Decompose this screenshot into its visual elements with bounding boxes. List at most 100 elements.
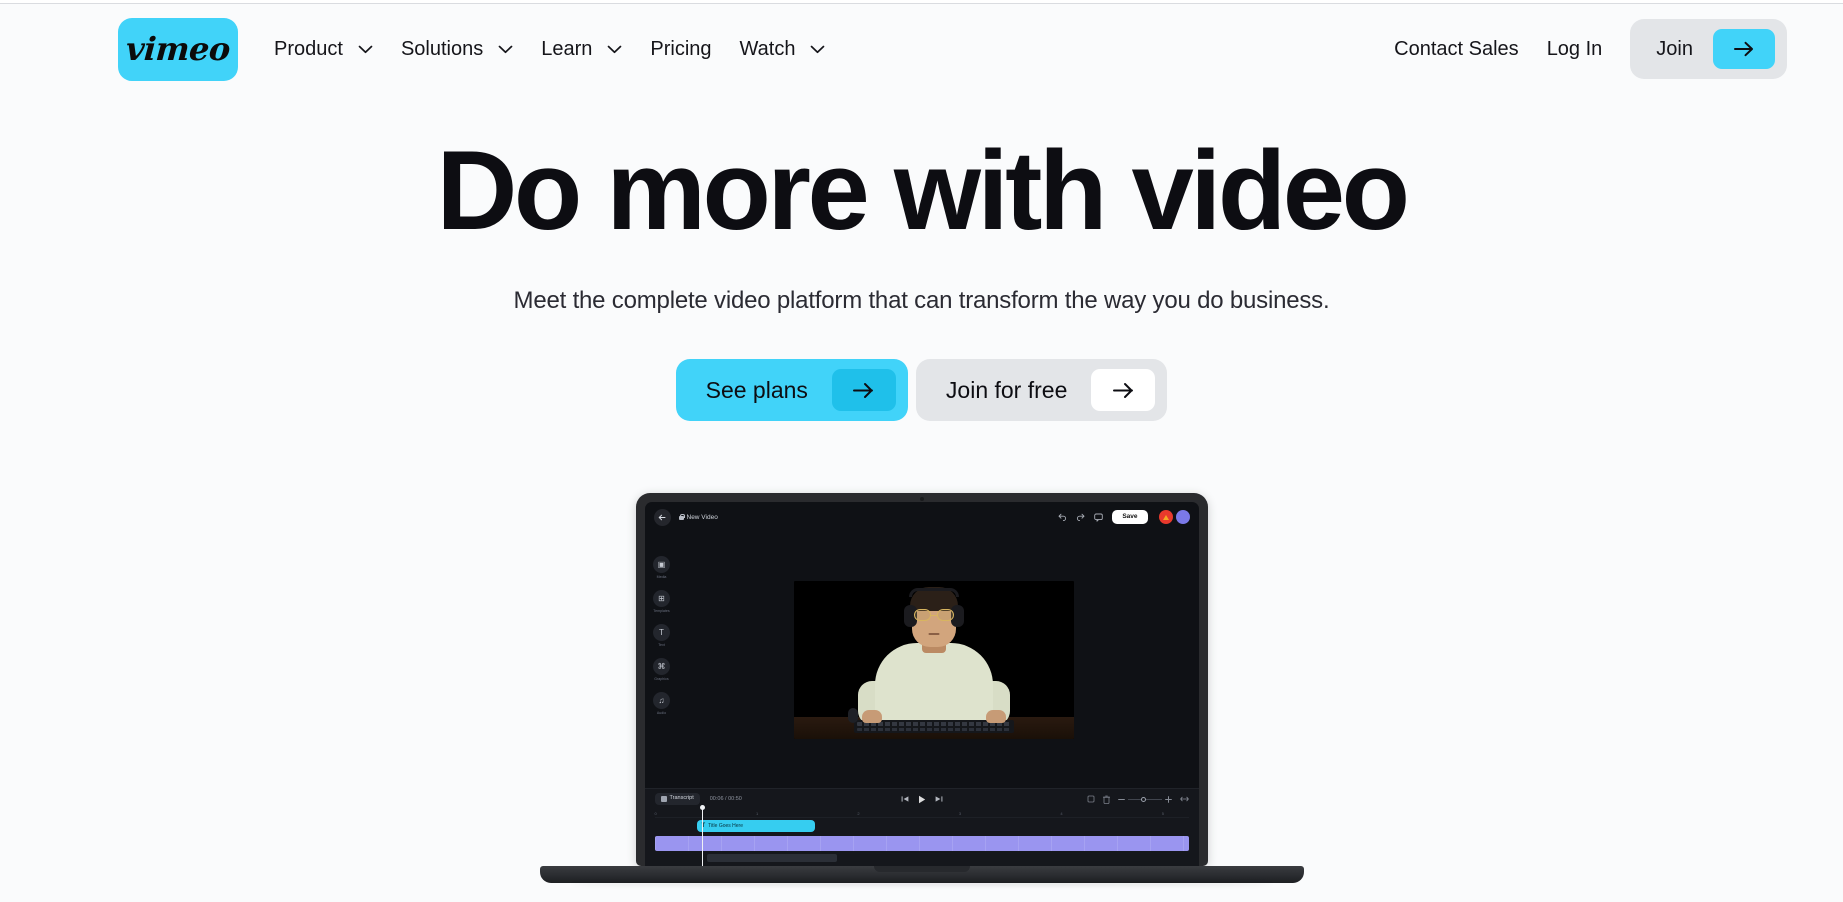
editor-screen: New Video Save ▣ Media ⊞ Templates T Tex… <box>644 502 1199 866</box>
nav-item-pricing[interactable]: Pricing <box>636 30 725 69</box>
timeline-audio-clip[interactable] <box>706 854 837 862</box>
laptop-lid: New Video Save ▣ Media ⊞ Templates T Tex… <box>635 493 1208 866</box>
sidebar-item-label: Text <box>658 643 665 647</box>
editor-topbar: New Video Save <box>645 502 1199 532</box>
vimeo-logo-text: vimeo <box>124 30 232 68</box>
comment-icon[interactable] <box>1094 513 1104 522</box>
browser-top-edge <box>0 0 1843 4</box>
timeline-video-clip[interactable] <box>654 836 1189 851</box>
ruler-tick: 0 <box>654 811 657 816</box>
headphone-band <box>908 588 959 597</box>
timeline-zoom-slider[interactable] <box>1117 795 1172 803</box>
sidebar-item-graphics[interactable]: ⌘ Graphics <box>653 658 670 681</box>
contact-sales-link[interactable]: Contact Sales <box>1380 30 1533 69</box>
editor-collaborator-avatars <box>1158 510 1190 524</box>
zoom-knob[interactable] <box>1140 796 1146 802</box>
arrow-right-icon <box>1713 29 1775 69</box>
chevron-down-icon <box>810 45 825 54</box>
timeline-tracks: T Title Goes Here <box>645 805 1199 866</box>
join-for-free-label: Join for free <box>945 376 1068 403</box>
sidebar-item-text[interactable]: T Text <box>653 624 670 647</box>
avatar[interactable] <box>1175 510 1190 524</box>
editor-body: ▣ Media ⊞ Templates T Text ⌘ Graphics ♫ … <box>645 532 1199 788</box>
laptop-shadow <box>571 882 1272 886</box>
sidebar-item-audio[interactable]: ♫ Audio <box>653 692 670 715</box>
nav-item-watch[interactable]: Watch <box>726 30 840 69</box>
arrow-right-icon <box>831 369 896 411</box>
transcript-label: Transcript <box>669 795 694 802</box>
sidebar-item-label: Graphics <box>654 677 669 681</box>
timeline-playhead[interactable] <box>699 805 705 866</box>
minus-icon[interactable] <box>1117 797 1125 801</box>
ruler-tick: 2 <box>857 811 860 816</box>
zoom-track[interactable] <box>1127 796 1162 802</box>
join-button[interactable]: Join <box>1630 19 1787 79</box>
hero-section: Do more with video Meet the complete vid… <box>0 135 1843 421</box>
chevron-down-icon <box>498 45 513 54</box>
undo-icon[interactable] <box>1058 513 1067 522</box>
nav-label-watch: Watch <box>739 37 796 60</box>
arrow-left-icon[interactable] <box>653 508 671 526</box>
fit-icon[interactable] <box>1179 796 1189 802</box>
plus-icon[interactable] <box>1164 795 1172 803</box>
playback-controls <box>901 795 943 804</box>
chevron-down-icon <box>607 45 622 54</box>
redo-icon[interactable] <box>1076 513 1085 522</box>
nav-item-learn[interactable]: Learn <box>527 30 636 69</box>
templates-icon: ⊞ <box>653 590 670 607</box>
lock-icon <box>678 514 685 520</box>
nav-label-solutions: Solutions <box>400 37 484 60</box>
avatar[interactable] <box>1158 510 1173 524</box>
crop-icon[interactable] <box>1087 795 1095 803</box>
main-nav: Product Solutions Learn Pricing Watch <box>260 30 839 69</box>
see-plans-button[interactable]: See plans <box>675 359 908 421</box>
video-preview[interactable] <box>793 581 1074 739</box>
timecode-display: 00:06 / 00:50 <box>709 796 742 802</box>
log-in-link[interactable]: Log In <box>1533 30 1617 69</box>
transcript-icon <box>660 796 667 802</box>
text-icon: T <box>653 624 670 641</box>
editor-project-title: New Video <box>686 513 718 521</box>
editor-preview-stage <box>679 532 1199 788</box>
editor-save-button[interactable]: Save <box>1112 509 1148 525</box>
page-root: vimeo Product Solutions Learn Pricing Wa… <box>0 0 1843 902</box>
join-for-free-button[interactable]: Join for free <box>915 359 1168 421</box>
nav-item-solutions[interactable]: Solutions <box>387 30 527 69</box>
video-subject-torso <box>874 643 993 725</box>
vimeo-logo[interactable]: vimeo <box>118 17 238 81</box>
skip-forward-icon[interactable] <box>935 795 943 803</box>
music-icon: ♫ <box>653 692 670 709</box>
sidebar-item-media[interactable]: ▣ Media <box>653 556 670 579</box>
join-button-label: Join <box>1656 37 1693 60</box>
ruler-tick: 3 <box>958 811 962 816</box>
sidebar-item-label: Media <box>656 575 667 579</box>
sidebar-item-label: Audio <box>656 711 667 715</box>
video-hand-left <box>861 710 882 723</box>
hero-cta-row: See plans Join for free <box>0 359 1843 421</box>
editor-timeline: Transcript 00:06 / 00:50 0 1 2 3 4 5 T T… <box>644 788 1199 866</box>
ruler-tick: 1 <box>755 811 759 816</box>
sidebar-item-templates[interactable]: ⊞ Templates <box>653 590 670 613</box>
nav-label-pricing: Pricing <box>650 37 712 60</box>
timeline-ruler[interactable]: 0 1 2 3 4 5 <box>654 809 1189 818</box>
laptop-base <box>539 866 1304 886</box>
ruler-tick: 4 <box>1060 811 1063 816</box>
media-icon: ▣ <box>653 556 670 573</box>
see-plans-label: See plans <box>705 376 808 403</box>
play-icon[interactable] <box>918 795 926 804</box>
timeline-text-clip[interactable]: T Title Goes Here <box>696 820 815 832</box>
hero-subtitle: Meet the complete video platform that ca… <box>513 287 1330 314</box>
nav-item-product[interactable]: Product <box>260 30 387 69</box>
ruler-tick: 5 <box>1161 811 1165 816</box>
glasses-bridge <box>929 614 938 616</box>
video-subject-mouth <box>928 633 939 635</box>
trash-icon[interactable] <box>1102 795 1110 804</box>
editor-project-title-group: New Video <box>678 513 718 521</box>
laptop-base-notch <box>873 866 970 872</box>
video-mouse <box>847 708 858 723</box>
nav-label-learn: Learn <box>541 37 593 60</box>
text-clip-label: Title Goes Here <box>708 823 743 829</box>
video-hand-right <box>985 710 1006 723</box>
skip-back-icon[interactable] <box>901 795 909 803</box>
transcript-button[interactable]: Transcript <box>654 793 700 805</box>
